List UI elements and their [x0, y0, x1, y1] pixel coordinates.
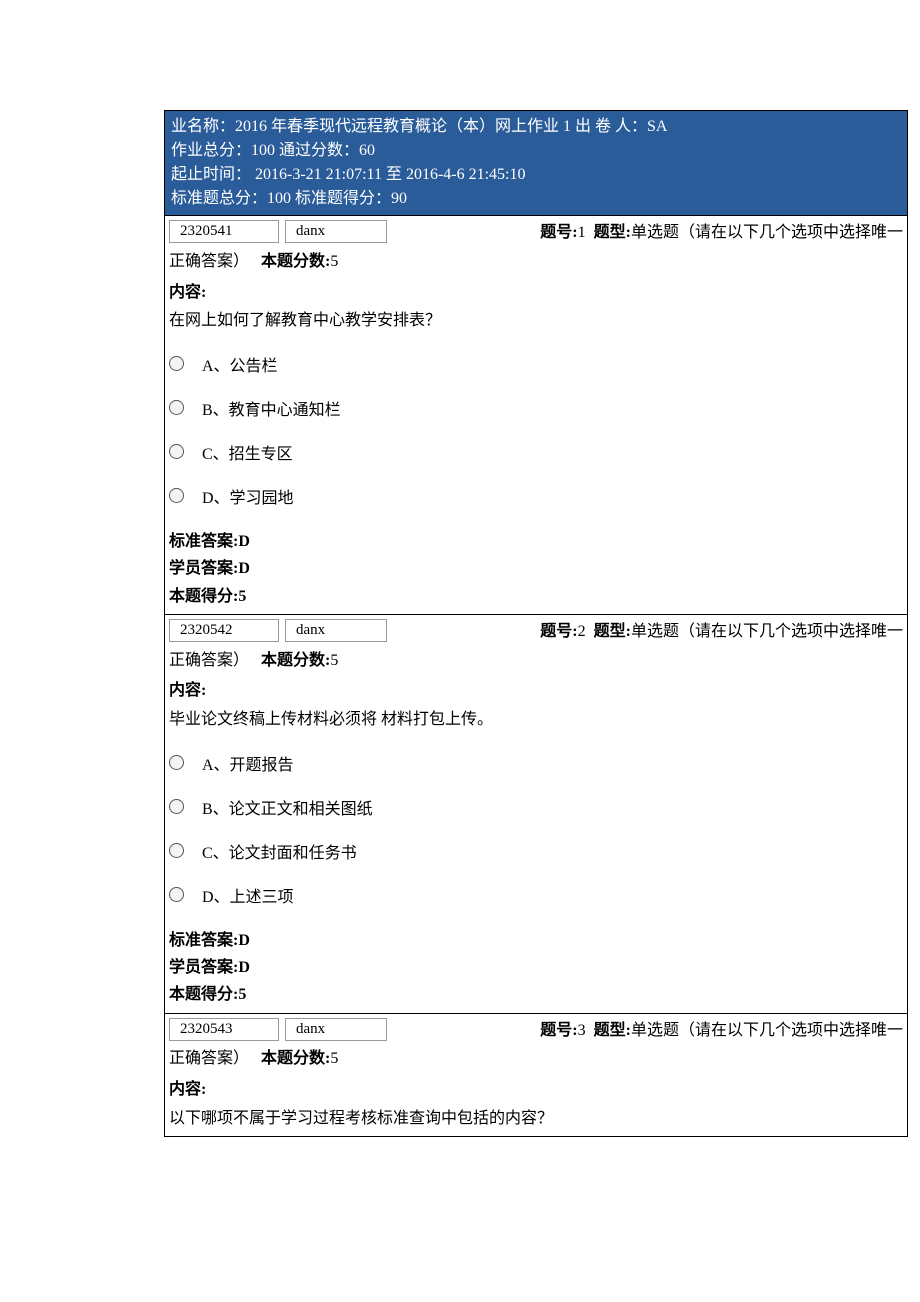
option-row: A、开题报告: [169, 741, 903, 785]
num-label: 题号:: [540, 224, 577, 241]
option-row: B、教育中心通知栏: [169, 386, 903, 430]
type-label: 题型:: [594, 224, 631, 241]
content-text: 以下哪项不属于学习过程考核标准查询中包括的内容？: [169, 1105, 903, 1134]
options-block: A、开题报告 B、论文正文和相关图纸 C、论文封面和任务书 D、上述三项: [165, 735, 907, 927]
option-text: C、论文封面和任务书: [202, 839, 903, 863]
answers-block: 标准答案:D 学员答案:D 本题得分:5: [165, 927, 907, 1011]
content-label: 内容:: [169, 279, 903, 308]
radio-icon[interactable]: [169, 887, 184, 902]
got-value: 5: [238, 588, 246, 605]
option-row: A、公告栏: [169, 342, 903, 386]
question-block: 2320542 danx 题号:2 题型:单选题（请在以下几个选项中选择唯一 正…: [165, 614, 907, 1013]
type-label: 题型:: [594, 623, 631, 640]
question-title-line: 题号:1 题型:单选题（请在以下几个选项中选择唯一 正确答案） 本题分数:5: [165, 243, 907, 279]
got-value: 5: [238, 986, 246, 1003]
option-text: D、上述三项: [202, 883, 903, 907]
question-typecode-box: danx: [285, 1018, 387, 1041]
content-text: 在网上如何了解教育中心教学安排表？: [169, 307, 903, 336]
question-id-box: 2320543: [169, 1018, 279, 1041]
radio-icon[interactable]: [169, 400, 184, 415]
stu-ans-label: 学员答案:: [169, 560, 238, 577]
type-text: 单选题（请在以下几个选项中选择唯一: [631, 224, 903, 241]
header-line-2: 作业总分：100 通过分数：60: [171, 139, 901, 163]
option-text: D、学习园地: [202, 484, 903, 508]
radio-icon[interactable]: [169, 755, 184, 770]
header-line-1: 业名称：2016 年春季现代远程教育概论（本）网上作业 1 出 卷 人：SA: [171, 115, 901, 139]
got-label: 本题得分:: [169, 588, 238, 605]
std-ans-value: D: [238, 932, 250, 949]
num-label: 题号:: [540, 623, 577, 640]
options-block: A、公告栏 B、教育中心通知栏 C、招生专区 D、学习园地: [165, 336, 907, 528]
question-block: 2320543 danx 题号:3 题型:单选题（请在以下几个选项中选择唯一 正…: [165, 1013, 907, 1136]
radio-icon[interactable]: [169, 843, 184, 858]
radio-icon[interactable]: [169, 799, 184, 814]
std-ans-label: 标准答案:: [169, 932, 238, 949]
option-text: B、教育中心通知栏: [202, 396, 903, 420]
option-text: A、开题报告: [202, 751, 903, 775]
option-text: C、招生专区: [202, 440, 903, 464]
option-row: B、论文正文和相关图纸: [169, 785, 903, 829]
radio-icon[interactable]: [169, 488, 184, 503]
std-ans-value: D: [238, 533, 250, 550]
std-ans-label: 标准答案:: [169, 533, 238, 550]
question-title-line: 题号:2 题型:单选题（请在以下几个选项中选择唯一 正确答案） 本题分数:5: [165, 642, 907, 678]
content-label: 内容:: [169, 677, 903, 706]
num-value: 3: [578, 1022, 586, 1039]
score-label: 本题分数:: [261, 253, 330, 270]
score-label: 本题分数:: [261, 1050, 330, 1067]
answers-block: 标准答案:D 学员答案:D 本题得分:5: [165, 528, 907, 612]
stu-ans-label: 学员答案:: [169, 959, 238, 976]
option-row: C、论文封面和任务书: [169, 829, 903, 873]
radio-icon[interactable]: [169, 444, 184, 459]
score-label: 本题分数:: [261, 652, 330, 669]
score-value: 5: [330, 1050, 338, 1067]
option-row: C、招生专区: [169, 430, 903, 474]
content-block: 内容: 以下哪项不属于学习过程考核标准查询中包括的内容？: [165, 1076, 907, 1134]
content-block: 内容: 毕业论文终稿上传材料必须将 材料打包上传。: [165, 677, 907, 735]
question-title-line: 题号:3 题型:单选题（请在以下几个选项中选择唯一 正确答案） 本题分数:5: [165, 1041, 907, 1077]
quiz-header: 业名称：2016 年春季现代远程教育概论（本）网上作业 1 出 卷 人：SA 作…: [165, 111, 907, 215]
stu-ans-value: D: [238, 959, 250, 976]
stu-ans-value: D: [238, 560, 250, 577]
option-text: B、论文正文和相关图纸: [202, 795, 903, 819]
got-label: 本题得分:: [169, 986, 238, 1003]
question-block: 2320541 danx 题号:1 题型:单选题（请在以下几个选项中选择唯一 正…: [165, 215, 907, 614]
option-text: A、公告栏: [202, 352, 903, 376]
option-row: D、学习园地: [169, 474, 903, 518]
score-value: 5: [330, 652, 338, 669]
question-typecode-box: danx: [285, 619, 387, 642]
content-text: 毕业论文终稿上传材料必须将 材料打包上传。: [169, 706, 903, 735]
header-line-4: 标准题总分：100 标准题得分：90: [171, 187, 901, 211]
content-block: 内容: 在网上如何了解教育中心教学安排表？: [165, 279, 907, 337]
title-tail: 正确答案）: [169, 1050, 249, 1067]
type-text: 单选题（请在以下几个选项中选择唯一: [631, 623, 903, 640]
content-label: 内容:: [169, 1076, 903, 1105]
num-value: 2: [578, 623, 586, 640]
question-id-box: 2320542: [169, 619, 279, 642]
header-line-3: 起止时间： 2016-3-21 21:07:11 至 2016-4-6 21:4…: [171, 163, 901, 187]
num-value: 1: [578, 224, 586, 241]
title-tail: 正确答案）: [169, 652, 249, 669]
num-label: 题号:: [540, 1022, 577, 1039]
title-tail: 正确答案）: [169, 253, 249, 270]
type-text: 单选题（请在以下几个选项中选择唯一: [631, 1022, 903, 1039]
option-row: D、上述三项: [169, 873, 903, 917]
question-typecode-box: danx: [285, 220, 387, 243]
radio-icon[interactable]: [169, 356, 184, 371]
score-value: 5: [330, 253, 338, 270]
quiz-page: 业名称：2016 年春季现代远程教育概论（本）网上作业 1 出 卷 人：SA 作…: [164, 110, 908, 1137]
question-id-box: 2320541: [169, 220, 279, 243]
type-label: 题型:: [594, 1022, 631, 1039]
